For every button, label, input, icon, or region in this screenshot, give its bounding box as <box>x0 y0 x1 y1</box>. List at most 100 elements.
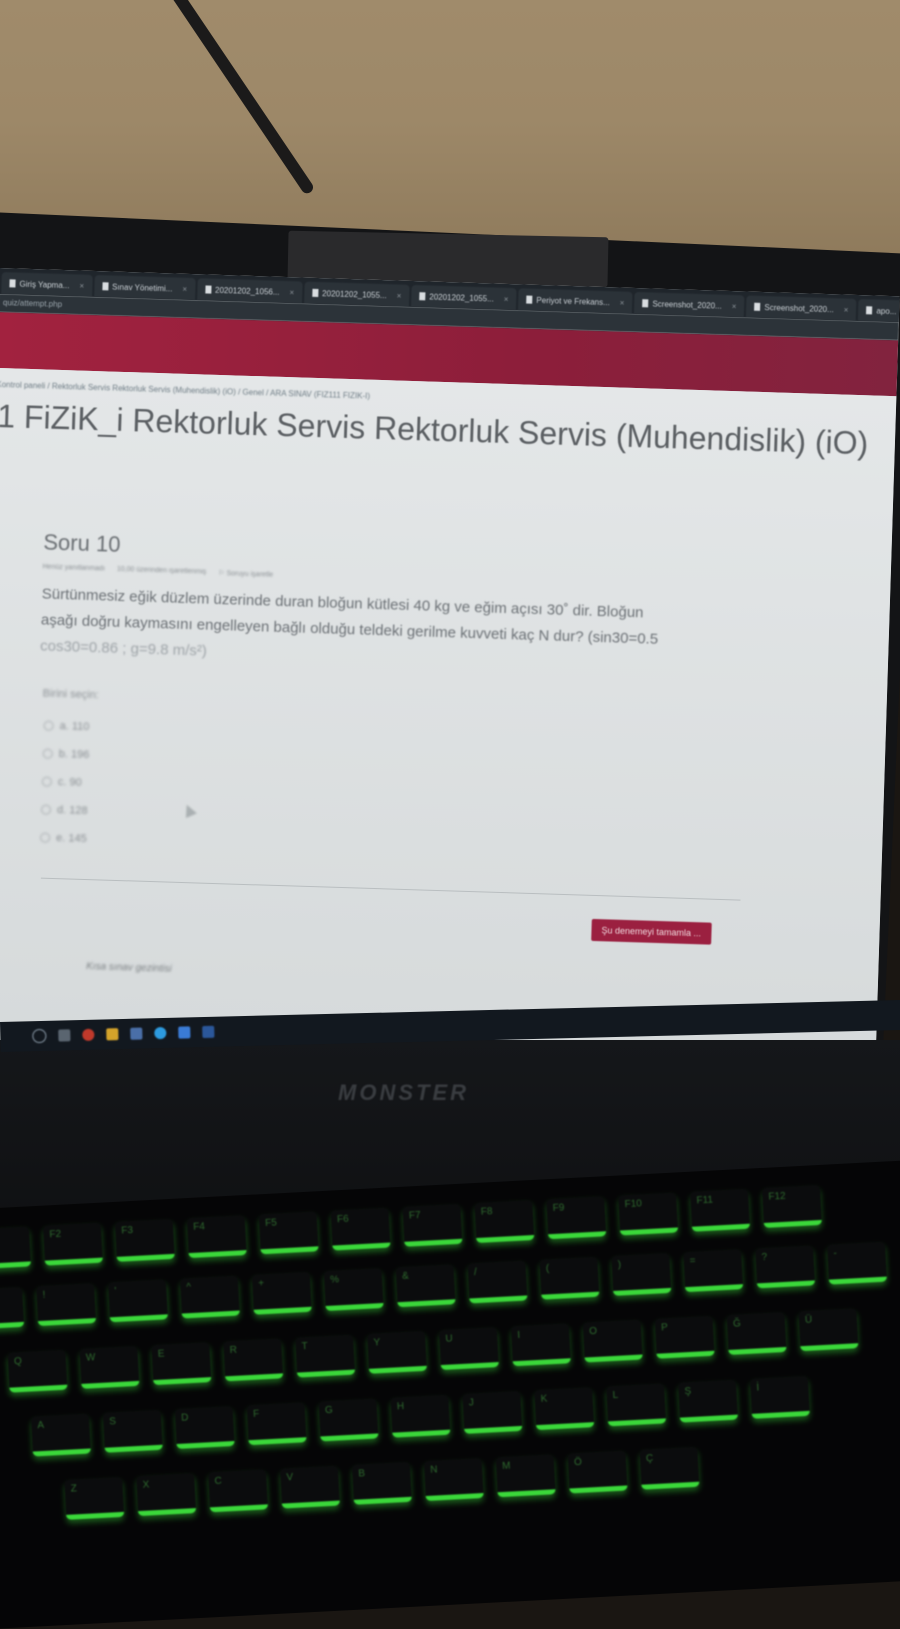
browser-tab[interactable]: Giriş Yapma... × <box>1 272 93 297</box>
answer-option[interactable]: a. 110 <box>43 712 90 741</box>
task-view-icon[interactable] <box>58 1029 71 1042</box>
keyboard-key[interactable]: C <box>208 1469 269 1513</box>
document-icon <box>204 285 212 294</box>
keyboard-key[interactable]: F3 <box>114 1218 175 1262</box>
keyboard-key[interactable]: = <box>683 1249 744 1293</box>
breadcrumb[interactable]: Kontrol paneli / Rektorluk Servis Rektor… <box>0 380 370 401</box>
store-icon[interactable] <box>178 1026 191 1039</box>
keyboard-key[interactable]: Ç <box>639 1446 700 1490</box>
document-icon <box>526 295 533 304</box>
keyboard-key[interactable]: F7 <box>402 1203 463 1247</box>
keyboard-key[interactable]: I <box>510 1323 571 1367</box>
close-icon[interactable]: × <box>732 302 737 311</box>
answer-option[interactable]: b. 196 <box>42 740 90 769</box>
keyboard-key[interactable]: ' <box>107 1279 169 1323</box>
keyboard-key[interactable]: D <box>174 1406 235 1449</box>
keyboard-key[interactable]: F11 <box>690 1188 751 1232</box>
answer-option[interactable]: e. 145 <box>39 824 87 853</box>
keyboard-key[interactable]: B <box>351 1461 412 1505</box>
radio-button[interactable] <box>42 748 53 759</box>
keyboard-key[interactable]: N <box>423 1458 484 1502</box>
keyboard: F1F2F3F4F5F6F7F8F9F10F11F12 "!'^+%&/()=?… <box>0 1157 900 1629</box>
word-icon[interactable] <box>202 1025 215 1039</box>
keyboard-key[interactable]: & <box>395 1264 456 1308</box>
keyboard-key[interactable]: F12 <box>761 1184 822 1228</box>
keyboard-key[interactable]: + <box>251 1271 312 1315</box>
keyboard-key[interactable]: R <box>223 1338 284 1382</box>
question-info: Henüz yanıtlanmadı 10,00 üzerinden işare… <box>42 563 274 579</box>
tab-label: apo... <box>876 306 897 316</box>
browser-tab[interactable]: Sınav Yönetimi... × <box>93 274 196 301</box>
keyboard-key[interactable]: F9 <box>546 1196 607 1240</box>
close-icon[interactable]: × <box>620 298 625 307</box>
keyboard-key[interactable]: Q <box>7 1349 68 1393</box>
app-icon[interactable] <box>130 1027 143 1040</box>
keyboard-key[interactable]: / <box>467 1260 528 1304</box>
keyboard-key[interactable]: Ö <box>567 1450 628 1494</box>
keyboard-key[interactable]: İ <box>749 1375 810 1419</box>
keyboard-key[interactable]: F5 <box>258 1211 319 1255</box>
keyboard-key[interactable]: J <box>462 1390 523 1434</box>
keyboard-key[interactable]: ^ <box>179 1275 240 1319</box>
tab-label: Sınav Yönetimi... <box>111 282 173 293</box>
keyboard-key[interactable]: F2 <box>42 1222 103 1266</box>
radio-button[interactable] <box>43 720 54 731</box>
edge-icon[interactable] <box>154 1026 167 1040</box>
page-title: 1 FiZiK_i Rektorluk Servis Rektorluk Ser… <box>0 397 869 462</box>
keyboard-key[interactable]: ! <box>36 1283 97 1327</box>
keyboard-key[interactable]: T <box>295 1334 356 1378</box>
keyboard-key[interactable]: F <box>246 1402 307 1446</box>
keyboard-key[interactable]: F10 <box>618 1192 679 1236</box>
quiz-navigation-link[interactable]: Kısa sınav gezintisi <box>86 961 172 975</box>
close-icon[interactable]: × <box>182 284 187 293</box>
close-icon[interactable]: × <box>289 288 294 297</box>
keyboard-key[interactable]: F1 <box>0 1226 32 1270</box>
keyboard-key[interactable]: L <box>606 1383 667 1427</box>
keyboard-key[interactable]: G <box>318 1398 379 1442</box>
keyboard-key[interactable]: Y <box>367 1330 428 1374</box>
keyboard-key[interactable]: W <box>79 1345 140 1389</box>
keyboard-key[interactable]: Ü <box>798 1308 859 1352</box>
close-icon[interactable]: × <box>504 294 509 303</box>
keyboard-key[interactable]: % <box>323 1268 384 1311</box>
keyboard-key[interactable]: V <box>279 1465 340 1509</box>
keyboard-key[interactable]: ) <box>611 1252 672 1296</box>
finish-attempt-button[interactable]: Şu denemeyi tamamla ... <box>591 918 712 945</box>
document-icon <box>312 288 319 298</box>
file-explorer-icon[interactable] <box>106 1028 119 1041</box>
radio-button[interactable] <box>41 776 53 787</box>
keyboard-key[interactable]: Ğ <box>726 1311 787 1355</box>
keyboard-key[interactable]: ( <box>539 1256 600 1300</box>
keyboard-key[interactable]: Z <box>64 1476 125 1520</box>
keyboard-key[interactable]: ? <box>755 1245 816 1289</box>
radio-button[interactable] <box>39 832 51 843</box>
close-icon[interactable]: × <box>79 281 84 290</box>
close-icon[interactable]: × <box>844 305 849 314</box>
browser-app-icon[interactable] <box>82 1028 95 1041</box>
keyboard-key[interactable]: - <box>827 1241 888 1285</box>
tab-label: 20201202_1055... <box>429 292 494 304</box>
keyboard-key[interactable]: F8 <box>474 1200 535 1244</box>
browser-tab[interactable]: apo... <box>858 298 900 323</box>
keyboard-key[interactable]: U <box>438 1327 499 1371</box>
laptop-brand-logo: MONSTER <box>338 1080 469 1105</box>
keyboard-key[interactable]: F6 <box>330 1207 391 1251</box>
keyboard-key[interactable]: F4 <box>186 1215 247 1259</box>
flag-question-link[interactable]: ⚐ Soruyu işaretle <box>218 569 273 579</box>
keyboard-key[interactable]: E <box>151 1342 212 1386</box>
answer-option[interactable]: c. 90 <box>41 768 88 797</box>
keyboard-key[interactable]: H <box>390 1394 451 1438</box>
search-icon[interactable] <box>32 1028 47 1044</box>
keyboard-key[interactable]: K <box>534 1387 595 1431</box>
close-icon[interactable]: × <box>397 291 402 300</box>
keyboard-key[interactable]: A <box>30 1413 91 1457</box>
keyboard-key[interactable]: " <box>0 1286 25 1330</box>
keyboard-key[interactable]: P <box>654 1315 715 1359</box>
radio-button[interactable] <box>40 804 52 815</box>
keyboard-key[interactable]: Ş <box>678 1379 739 1423</box>
keyboard-key[interactable]: S <box>102 1409 163 1453</box>
keyboard-key[interactable]: M <box>495 1454 556 1498</box>
keyboard-key[interactable]: X <box>136 1473 197 1517</box>
keyboard-key[interactable]: O <box>582 1319 643 1363</box>
answer-option[interactable]: d. 128 <box>40 796 88 825</box>
